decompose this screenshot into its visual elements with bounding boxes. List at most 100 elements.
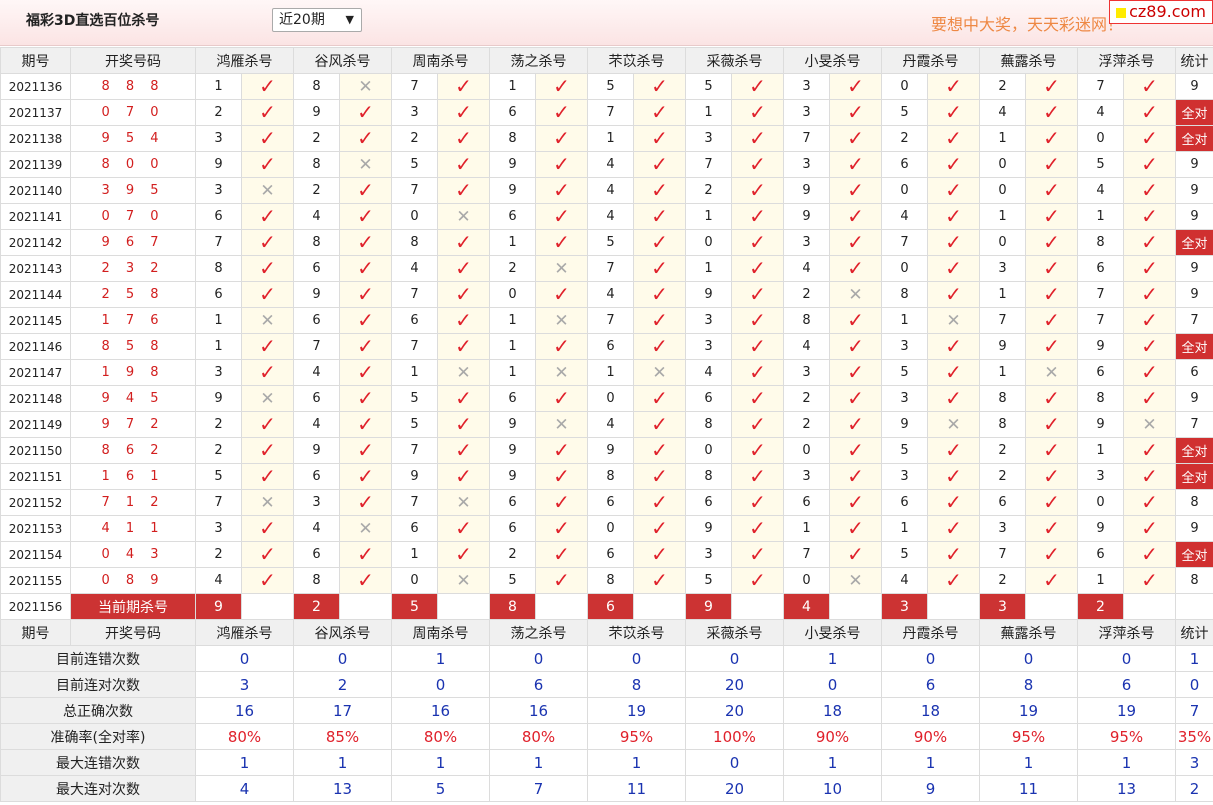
result-cell: ✓ — [927, 73, 980, 100]
stats-header-row: 期号 开奖号码 鸿雁杀号 谷风杀号 周南杀号 荡之杀号 芣苡杀号 采薇杀号 小旻杀号 丹霞杀号 蕪露… — [0, 619, 1213, 646]
kill-number-cell: 5 — [881, 541, 928, 568]
check-icon: ✓ — [651, 438, 668, 462]
check-icon: ✓ — [749, 178, 766, 202]
kill-number-cell: 1 — [1077, 203, 1124, 230]
result-cell: ✓ — [241, 203, 294, 230]
check-icon: ✓ — [749, 74, 766, 98]
current-stat-blank — [1175, 593, 1213, 620]
result-cell: ✓ — [633, 125, 686, 152]
kill-number-cell: 7 — [587, 99, 634, 126]
result-cell: ✕ — [927, 411, 980, 438]
check-icon: ✓ — [1043, 490, 1060, 514]
check-icon: ✓ — [455, 412, 472, 436]
cross-icon: ✕ — [946, 414, 961, 435]
stats-label: 最大连对次数 — [0, 775, 196, 802]
kill-number-cell: 1 — [979, 281, 1026, 308]
kill-number-cell: 2 — [195, 99, 242, 126]
result-cell: ✕ — [437, 203, 490, 230]
issue-cell: 2021143 — [0, 255, 71, 282]
check-icon: ✓ — [357, 542, 374, 566]
issue-cell: 2021154 — [0, 541, 71, 568]
kill-number-cell: 8 — [293, 567, 340, 594]
kill-number-cell: 6 — [293, 463, 340, 490]
cross-icon: ✕ — [652, 362, 667, 383]
kill-number-cell: 9 — [489, 151, 536, 178]
stats-value: 9 — [881, 775, 980, 802]
kill-number-cell: 6 — [1077, 541, 1124, 568]
check-icon: ✓ — [945, 178, 962, 202]
cross-icon: ✕ — [456, 570, 471, 591]
result-cell: ✓ — [927, 515, 980, 542]
current-kill-number: 9 — [195, 593, 242, 620]
table-row: 2021143 2 3 2 8 ✓ 6 ✓ 4 ✓ 2 ✕ 7 ✓ 1 ✓ 4 ✓ 0 ✓ 3 ✓ 6 ✓ 9 — [0, 255, 1213, 282]
kill-number-cell: 1 — [489, 73, 536, 100]
stats-value: 1 — [1077, 749, 1176, 776]
stats-value: 16 — [195, 697, 294, 724]
result-cell: ✓ — [339, 229, 392, 256]
current-kill-blank — [829, 593, 882, 620]
period-select-value: 近20期 — [279, 12, 325, 28]
col-expert: 小旻杀号 — [783, 619, 882, 646]
stats-value: 19 — [1077, 697, 1176, 724]
kill-number-cell: 9 — [587, 437, 634, 464]
result-cell: ✕ — [829, 567, 882, 594]
stats-value: 80% — [391, 723, 490, 750]
period-select[interactable]: 近20期 ▼ — [272, 8, 362, 32]
kill-number-cell: 3 — [195, 125, 242, 152]
draw-numbers-cell: 0 7 0 — [70, 203, 196, 230]
issue-cell: 2021155 — [0, 567, 71, 594]
kill-number-cell: 6 — [293, 307, 340, 334]
cross-icon: ✕ — [848, 570, 863, 591]
stat-cell: 全对 — [1175, 463, 1213, 490]
check-icon: ✓ — [651, 100, 668, 124]
kill-number-cell: 3 — [881, 333, 928, 360]
table-row: 2021155 0 8 9 4 ✓ 8 ✓ 0 ✕ 5 ✓ 8 ✓ 5 ✓ 0 ✕ 4 ✓ 2 ✓ 1 ✓ 8 — [0, 567, 1213, 594]
stats-value: 0 — [1077, 645, 1176, 672]
result-cell: ✓ — [339, 437, 392, 464]
kill-number-cell: 3 — [783, 463, 830, 490]
stats-value: 16 — [391, 697, 490, 724]
kill-number-cell: 3 — [783, 73, 830, 100]
kill-number-cell: 4 — [587, 203, 634, 230]
draw-numbers-cell: 8 6 2 — [70, 437, 196, 464]
table-row: 2021144 2 5 8 6 ✓ 9 ✓ 7 ✓ 0 ✓ 4 ✓ 9 ✓ 2 ✕ 8 ✓ 1 ✓ 7 ✓ 9 — [0, 281, 1213, 308]
result-cell: ✓ — [731, 463, 784, 490]
kill-number-cell: 3 — [391, 99, 438, 126]
cross-icon: ✕ — [554, 258, 569, 279]
check-icon: ✓ — [455, 516, 472, 540]
kill-number-cell: 3 — [195, 359, 242, 386]
check-icon: ✓ — [651, 256, 668, 280]
kill-number-cell: 5 — [587, 73, 634, 100]
result-cell: ✓ — [1123, 385, 1176, 412]
result-cell: ✓ — [829, 99, 882, 126]
stat-cell: 9 — [1175, 281, 1213, 308]
check-icon: ✓ — [651, 308, 668, 332]
result-cell: ✓ — [731, 489, 784, 516]
col-expert: 荡之杀号 — [489, 47, 588, 74]
kill-number-cell: 5 — [489, 567, 536, 594]
kill-number-cell: 0 — [979, 229, 1026, 256]
stat-cell: 全对 — [1175, 437, 1213, 464]
result-cell: ✓ — [241, 281, 294, 308]
check-icon: ✓ — [749, 100, 766, 124]
stats-value: 0 — [1175, 671, 1213, 698]
result-cell: ✓ — [927, 99, 980, 126]
kill-number-cell: 0 — [587, 385, 634, 412]
stats-value: 20 — [685, 671, 784, 698]
table-row: 2021146 8 5 8 1 ✓ 7 ✓ 7 ✓ 1 ✓ 6 ✓ 3 ✓ 4 ✓ 3 ✓ 9 ✓ 9 ✓ 全对 — [0, 333, 1213, 360]
site-logo[interactable]: cz89.com — [1109, 0, 1213, 24]
result-cell: ✓ — [339, 177, 392, 204]
col-expert: 采薇杀号 — [685, 47, 784, 74]
check-icon: ✓ — [945, 334, 962, 358]
check-icon: ✓ — [847, 516, 864, 540]
result-cell: ✓ — [927, 203, 980, 230]
stats-row: 目前连错次数 0 0 1 0 0 0 1 0 0 0 1 — [0, 645, 1213, 672]
check-icon: ✓ — [455, 230, 472, 254]
page-title: 福彩3D直选百位杀号 — [26, 13, 160, 29]
kill-number-cell: 8 — [195, 255, 242, 282]
result-cell: ✓ — [927, 359, 980, 386]
check-icon: ✓ — [259, 334, 276, 358]
kill-number-cell: 1 — [685, 255, 732, 282]
check-icon: ✓ — [749, 126, 766, 150]
stats-value: 19 — [979, 697, 1078, 724]
